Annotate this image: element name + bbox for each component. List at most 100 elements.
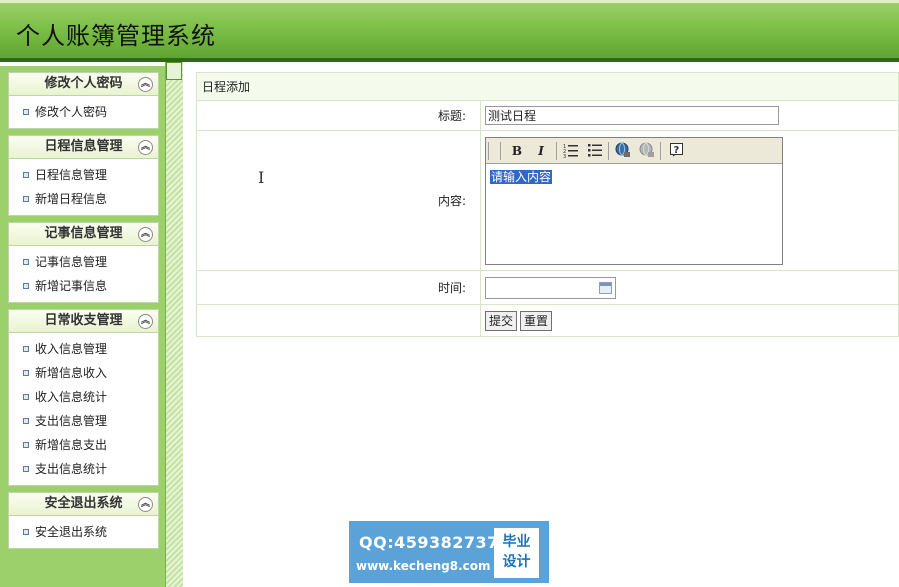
title-input[interactable] [485, 106, 779, 125]
collapse-icon[interactable]: ︽ [138, 77, 153, 92]
sidebar-item-label: 收入信息统计 [35, 390, 108, 404]
sidebar-item-label: 安全退出系统 [35, 525, 108, 539]
sidebar-group-header[interactable]: 日常收支管理 ︽ [8, 309, 159, 333]
banner-qq-text: QQ:459382737 [359, 533, 499, 552]
sidebar-item[interactable]: 新增记事信息 [9, 274, 158, 298]
sidebar-item-label: 修改个人密码 [35, 105, 108, 119]
ordered-list-icon[interactable]: 123 [562, 142, 580, 160]
rich-text-editor[interactable]: B I 123 ? 请输入内容 [485, 136, 783, 265]
bullet-icon [23, 466, 29, 472]
link-icon[interactable] [614, 142, 632, 160]
sidebar-group-header[interactable]: 安全退出系统 ︽ [8, 492, 159, 516]
sidebar-item[interactable]: 安全退出系统 [9, 520, 158, 544]
toolbar-separator [500, 141, 501, 160]
sidebar-group-items: 记事信息管理 新增记事信息 [8, 246, 159, 303]
bold-icon[interactable]: B [508, 142, 526, 160]
sidebar: 修改个人密码 ︽ 修改个人密码 日程信息管理 ︽ 日程信息管理 新增日程信息 记事信息管理 ︽ 记… [0, 66, 167, 587]
collapse-icon[interactable]: ︽ [138, 227, 153, 242]
app-title: 个人账簿管理系统 [16, 22, 216, 50]
sidebar-item[interactable]: 收入信息管理 [9, 337, 158, 361]
collapse-icon[interactable]: ︽ [138, 314, 153, 329]
bullet-icon [23, 259, 29, 265]
sidebar-menu: 修改个人密码 ︽ 修改个人密码 日程信息管理 ︽ 日程信息管理 新增日程信息 记事信息管理 ︽ 记… [8, 72, 159, 555]
bullet-icon [23, 196, 29, 202]
app-header: 个人账簿管理系统 [0, 0, 899, 62]
sidebar-item-label: 新增日程信息 [35, 192, 108, 206]
sidebar-item-label: 新增记事信息 [35, 279, 108, 293]
sidebar-item[interactable]: 新增信息收入 [9, 361, 158, 385]
bullet-icon [23, 283, 29, 289]
sidebar-item-label: 日程信息管理 [35, 168, 108, 182]
help-icon[interactable]: ? [668, 142, 686, 160]
sidebar-item-label: 支出信息管理 [35, 414, 108, 428]
sidebar-item[interactable]: 新增日程信息 [9, 187, 158, 211]
sidebar-splitter[interactable] [165, 62, 183, 587]
submit-button[interactable]: 提交 [485, 310, 518, 331]
content-label: 内容: [196, 130, 481, 271]
unlink-icon[interactable] [638, 142, 656, 160]
collapse-icon[interactable]: ︽ [138, 140, 153, 155]
sidebar-item-label: 新增信息支出 [35, 438, 108, 452]
sidebar-item[interactable]: 新增信息支出 [9, 433, 158, 457]
editor-toolbar: B I 123 ? [486, 137, 782, 164]
bullet-icon [23, 394, 29, 400]
sidebar-group-title: 记事信息管理 [44, 226, 123, 241]
banner-badge: 毕业 设计 [494, 528, 539, 578]
schedule-add-form: 日程添加 标题: 内容: B I 123 [196, 72, 899, 337]
sidebar-group-title: 日程信息管理 [44, 139, 123, 154]
banner-url-text: www.kecheng8.com [356, 559, 491, 573]
bullet-icon [23, 418, 29, 424]
sidebar-group: 日常收支管理 ︽ 收入信息管理 新增信息收入 收入信息统计 支出信息管理 新增信息支出 支出信… [8, 309, 159, 486]
editor-content-area[interactable]: 请输入内容 [486, 164, 782, 264]
sidebar-group-items: 安全退出系统 [8, 516, 159, 549]
unordered-list-icon[interactable] [586, 142, 604, 160]
sidebar-group-items: 修改个人密码 [8, 96, 159, 129]
editor-placeholder-text: 请输入内容 [490, 169, 553, 184]
bullet-icon [23, 442, 29, 448]
time-date-picker[interactable] [485, 276, 616, 299]
toolbar-separator [556, 141, 557, 160]
buttons-label-cell [196, 304, 481, 337]
banner-badge-line1: 毕业 [502, 534, 531, 550]
sidebar-group: 记事信息管理 ︽ 记事信息管理 新增记事信息 [8, 222, 159, 303]
sidebar-group-items: 日程信息管理 新增日程信息 [8, 159, 159, 216]
main-content: 日程添加 标题: 内容: B I 123 [196, 72, 899, 337]
sidebar-item[interactable]: 修改个人密码 [9, 100, 158, 124]
sidebar-group-items: 收入信息管理 新增信息收入 收入信息统计 支出信息管理 新增信息支出 支出信息统计 [8, 333, 159, 486]
italic-icon[interactable]: I [532, 142, 550, 160]
sidebar-item-label: 新增信息收入 [35, 366, 108, 380]
splitter-toggle-handle[interactable] [166, 62, 182, 80]
sidebar-group: 修改个人密码 ︽ 修改个人密码 [8, 72, 159, 129]
bullet-icon [23, 109, 29, 115]
banner-badge-line2: 设计 [502, 554, 531, 570]
sidebar-item-label: 记事信息管理 [35, 255, 108, 269]
sidebar-item-label: 收入信息管理 [35, 342, 108, 356]
header-top-line [0, 0, 899, 3]
sidebar-group-header[interactable]: 修改个人密码 ︽ [8, 72, 159, 96]
collapse-icon[interactable]: ︽ [138, 497, 153, 512]
sidebar-item[interactable]: 支出信息管理 [9, 409, 158, 433]
toolbar-grip [488, 141, 489, 160]
sidebar-group: 安全退出系统 ︽ 安全退出系统 [8, 492, 159, 549]
sidebar-group-header[interactable]: 日程信息管理 ︽ [8, 135, 159, 159]
sidebar-group-title: 日常收支管理 [44, 313, 123, 328]
sidebar-item[interactable]: 支出信息统计 [9, 457, 158, 481]
watermark-banner: QQ:459382737 www.kecheng8.com 毕业 设计 [349, 521, 549, 583]
sidebar-item-label: 支出信息统计 [35, 462, 108, 476]
calendar-icon[interactable] [599, 281, 612, 294]
time-label: 时间: [196, 270, 481, 305]
title-label: 标题: [196, 100, 481, 131]
svg-text:3: 3 [563, 154, 566, 158]
reset-button[interactable]: 重置 [520, 310, 553, 331]
sidebar-item[interactable]: 收入信息统计 [9, 385, 158, 409]
bullet-icon [23, 529, 29, 535]
sidebar-group: 日程信息管理 ︽ 日程信息管理 新增日程信息 [8, 135, 159, 216]
sidebar-group-title: 安全退出系统 [44, 496, 123, 511]
bullet-icon [23, 346, 29, 352]
sidebar-group-header[interactable]: 记事信息管理 ︽ [8, 222, 159, 246]
sidebar-item[interactable]: 日程信息管理 [9, 163, 158, 187]
sidebar-group-title: 修改个人密码 [44, 76, 123, 91]
sidebar-item[interactable]: 记事信息管理 [9, 250, 158, 274]
svg-text:?: ? [674, 145, 680, 156]
bullet-icon [23, 172, 29, 178]
